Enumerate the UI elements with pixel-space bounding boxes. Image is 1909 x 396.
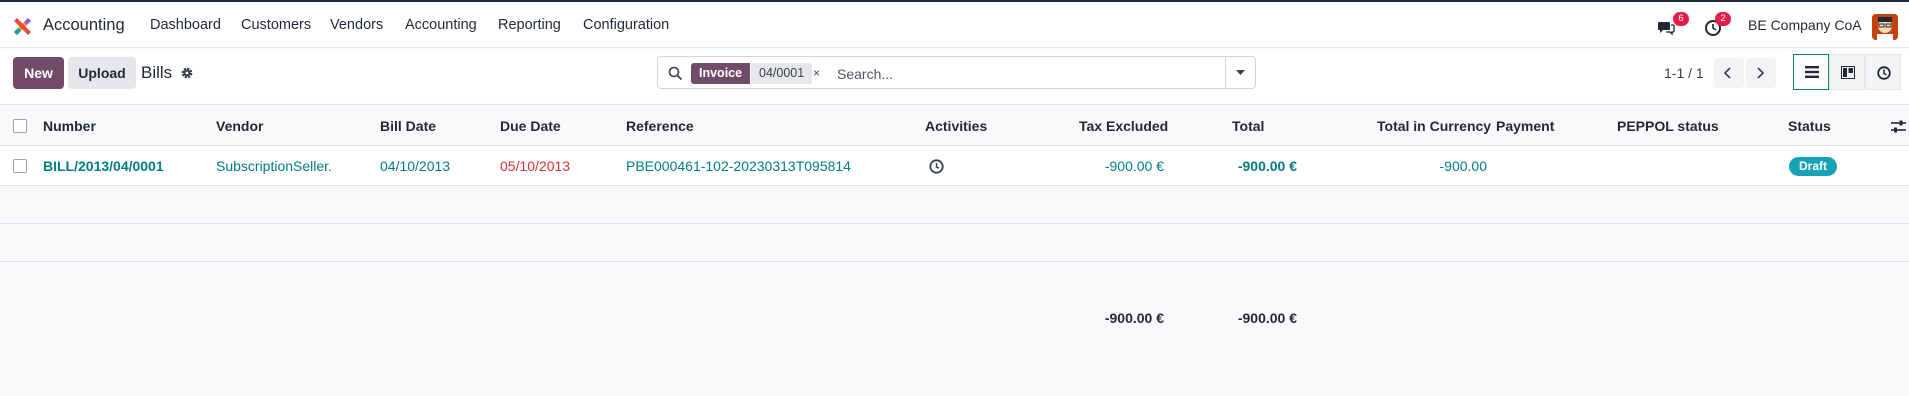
column-vendor[interactable]: Vendor — [216, 106, 263, 146]
upload-button[interactable]: Upload — [68, 57, 136, 89]
empty-row — [0, 224, 1909, 262]
menu-configuration[interactable]: Configuration — [583, 2, 669, 48]
total-total: -900.00 € — [1237, 310, 1297, 326]
list-view-icon — [1805, 66, 1819, 78]
column-status[interactable]: Status — [1788, 106, 1831, 146]
kanban-view-button[interactable] — [1829, 54, 1865, 90]
column-total[interactable]: Total — [1232, 106, 1264, 146]
search-options-toggle[interactable] — [1225, 57, 1255, 88]
search-bar[interactable]: Invoice 04/0001 × — [657, 56, 1256, 89]
search-input[interactable] — [837, 63, 1217, 84]
optional-columns-icon[interactable] — [1891, 120, 1906, 133]
column-total-in-currency[interactable]: Total in Currency — [1377, 106, 1491, 146]
column-payment[interactable]: Payment — [1496, 106, 1554, 146]
app-name[interactable]: Accounting — [43, 2, 125, 48]
total-tax-excluded: -900.00 € — [1104, 310, 1164, 326]
select-all-checkbox[interactable] — [13, 119, 27, 133]
company-switcher[interactable]: BE Company CoA — [1748, 2, 1862, 48]
chevron-left-icon — [1724, 67, 1731, 79]
column-tax-excluded[interactable]: Tax Excluded — [1079, 106, 1168, 146]
app-logo-icon[interactable] — [12, 16, 33, 37]
chat-icon — [1658, 22, 1675, 36]
activity-view-button[interactable] — [1865, 54, 1901, 90]
table-footer-totals: -900.00 € -900.00 € — [0, 299, 1909, 337]
cell-reference[interactable]: PBE000461-102-20230313T095814 — [626, 146, 851, 186]
menu-vendors[interactable]: Vendors — [330, 2, 383, 48]
search-facet-label: Invoice — [691, 63, 751, 84]
column-peppol-status[interactable]: PEPPOL status — [1617, 106, 1719, 146]
cell-bill-date[interactable]: 04/10/2013 — [380, 146, 450, 186]
cell-due-date[interactable]: 05/10/2013 — [500, 146, 570, 186]
column-number[interactable]: Number — [43, 106, 96, 146]
cell-tax-excluded: -900.00 € — [1104, 158, 1164, 174]
column-due-date[interactable]: Due Date — [500, 106, 561, 146]
caret-down-icon — [1236, 70, 1245, 75]
empty-row — [0, 262, 1909, 300]
list-view-button[interactable] — [1793, 54, 1829, 90]
messages-badge: 6 — [1673, 12, 1689, 26]
kanban-view-icon — [1841, 66, 1855, 79]
menu-customers[interactable]: Customers — [241, 2, 311, 48]
activity-clock-icon[interactable] — [929, 159, 944, 174]
search-facet-value: 04/0001 — [751, 63, 813, 84]
main-navbar: Accounting Dashboard Customers Vendors A… — [0, 2, 1909, 48]
status-badge: Draft — [1789, 157, 1838, 176]
cell-total-in-currency: -900.00 — [1439, 158, 1487, 174]
pager-value[interactable]: 1-1 / 1 — [1664, 57, 1704, 89]
table-header: Number Vendor Bill Date Due Date Referen… — [0, 106, 1909, 146]
column-activities[interactable]: Activities — [925, 106, 987, 146]
search-icon — [668, 66, 683, 81]
row-checkbox[interactable] — [13, 159, 27, 173]
chevron-right-icon — [1757, 67, 1764, 79]
pager-previous-button[interactable] — [1714, 58, 1744, 88]
control-panel: New Upload Bills Invoice 04/0001 × 1-1 /… — [0, 49, 1909, 105]
user-avatar[interactable] — [1872, 14, 1898, 40]
gear-icon[interactable] — [180, 66, 194, 80]
pager-next-button[interactable] — [1746, 58, 1776, 88]
menu-reporting[interactable]: Reporting — [498, 2, 561, 48]
cell-total: -900.00 € — [1237, 158, 1297, 174]
activity-view-icon — [1877, 66, 1891, 80]
avatar-image — [1872, 14, 1898, 40]
new-button[interactable]: New — [13, 57, 64, 89]
column-bill-date[interactable]: Bill Date — [380, 106, 436, 146]
column-reference[interactable]: Reference — [626, 106, 694, 146]
table-row[interactable]: BILL/2013/04/0001 SubscriptionSeller. 04… — [0, 146, 1909, 186]
remove-facet-icon[interactable]: × — [813, 63, 820, 84]
menu-accounting[interactable]: Accounting — [405, 2, 477, 48]
cell-number[interactable]: BILL/2013/04/0001 — [43, 146, 164, 186]
breadcrumb-title: Bills — [141, 63, 173, 82]
menu-dashboard[interactable]: Dashboard — [150, 2, 221, 48]
cell-vendor[interactable]: SubscriptionSeller. — [216, 146, 332, 186]
activities-badge: 2 — [1715, 12, 1731, 26]
empty-row — [0, 186, 1909, 224]
